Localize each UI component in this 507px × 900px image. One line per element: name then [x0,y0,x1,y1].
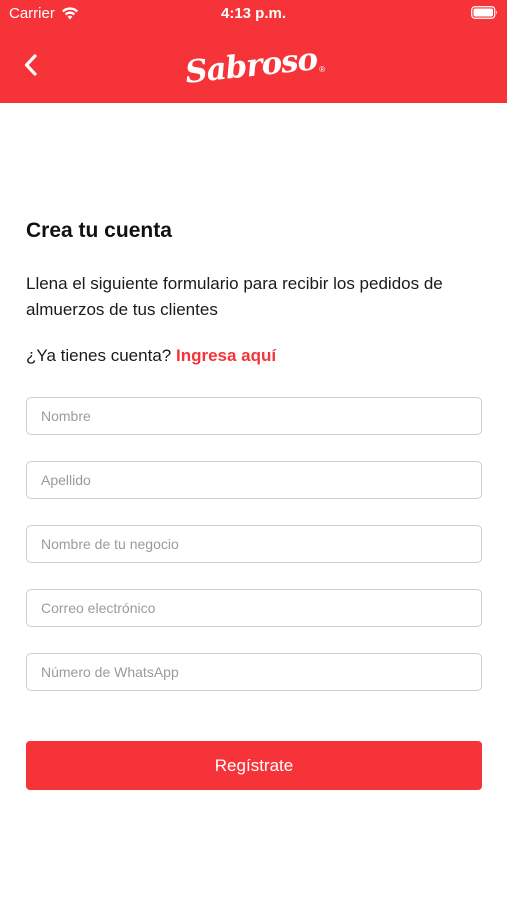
navigation-bar: Sabroso ® [0,30,507,103]
login-link[interactable]: Ingresa aquí [176,346,276,365]
first-name-input[interactable] [26,397,482,435]
sabroso-logo: Sabroso ® [183,41,325,91]
page-title: Crea tu cuenta [26,219,172,242]
last-name-input[interactable] [26,461,482,499]
status-bar: Carrier 4:13 p.m. [0,0,507,30]
logo-registered-mark: ® [319,64,326,74]
business-name-input[interactable] [26,525,482,563]
login-prompt: ¿Ya tienes cuenta? [26,346,172,365]
status-time: 4:13 p.m. [220,5,287,22]
logo-wordmark: Sabroso [183,41,319,91]
app-header: Carrier 4:13 p.m. Sabroso ® [0,0,507,103]
chevron-left-icon [24,54,37,76]
login-prompt-line: ¿Ya tienes cuenta? Ingresa aquí [26,345,482,367]
page-subtitle: Llena el siguiente formulario para recib… [26,274,443,319]
battery-icon [471,6,497,19]
email-input[interactable] [26,589,482,627]
register-button[interactable]: Regístrate [26,741,482,790]
signup-intro: Crea tu cuenta Llena el siguiente formul… [26,216,482,367]
back-button[interactable] [14,48,48,82]
whatsapp-input[interactable] [26,653,482,691]
